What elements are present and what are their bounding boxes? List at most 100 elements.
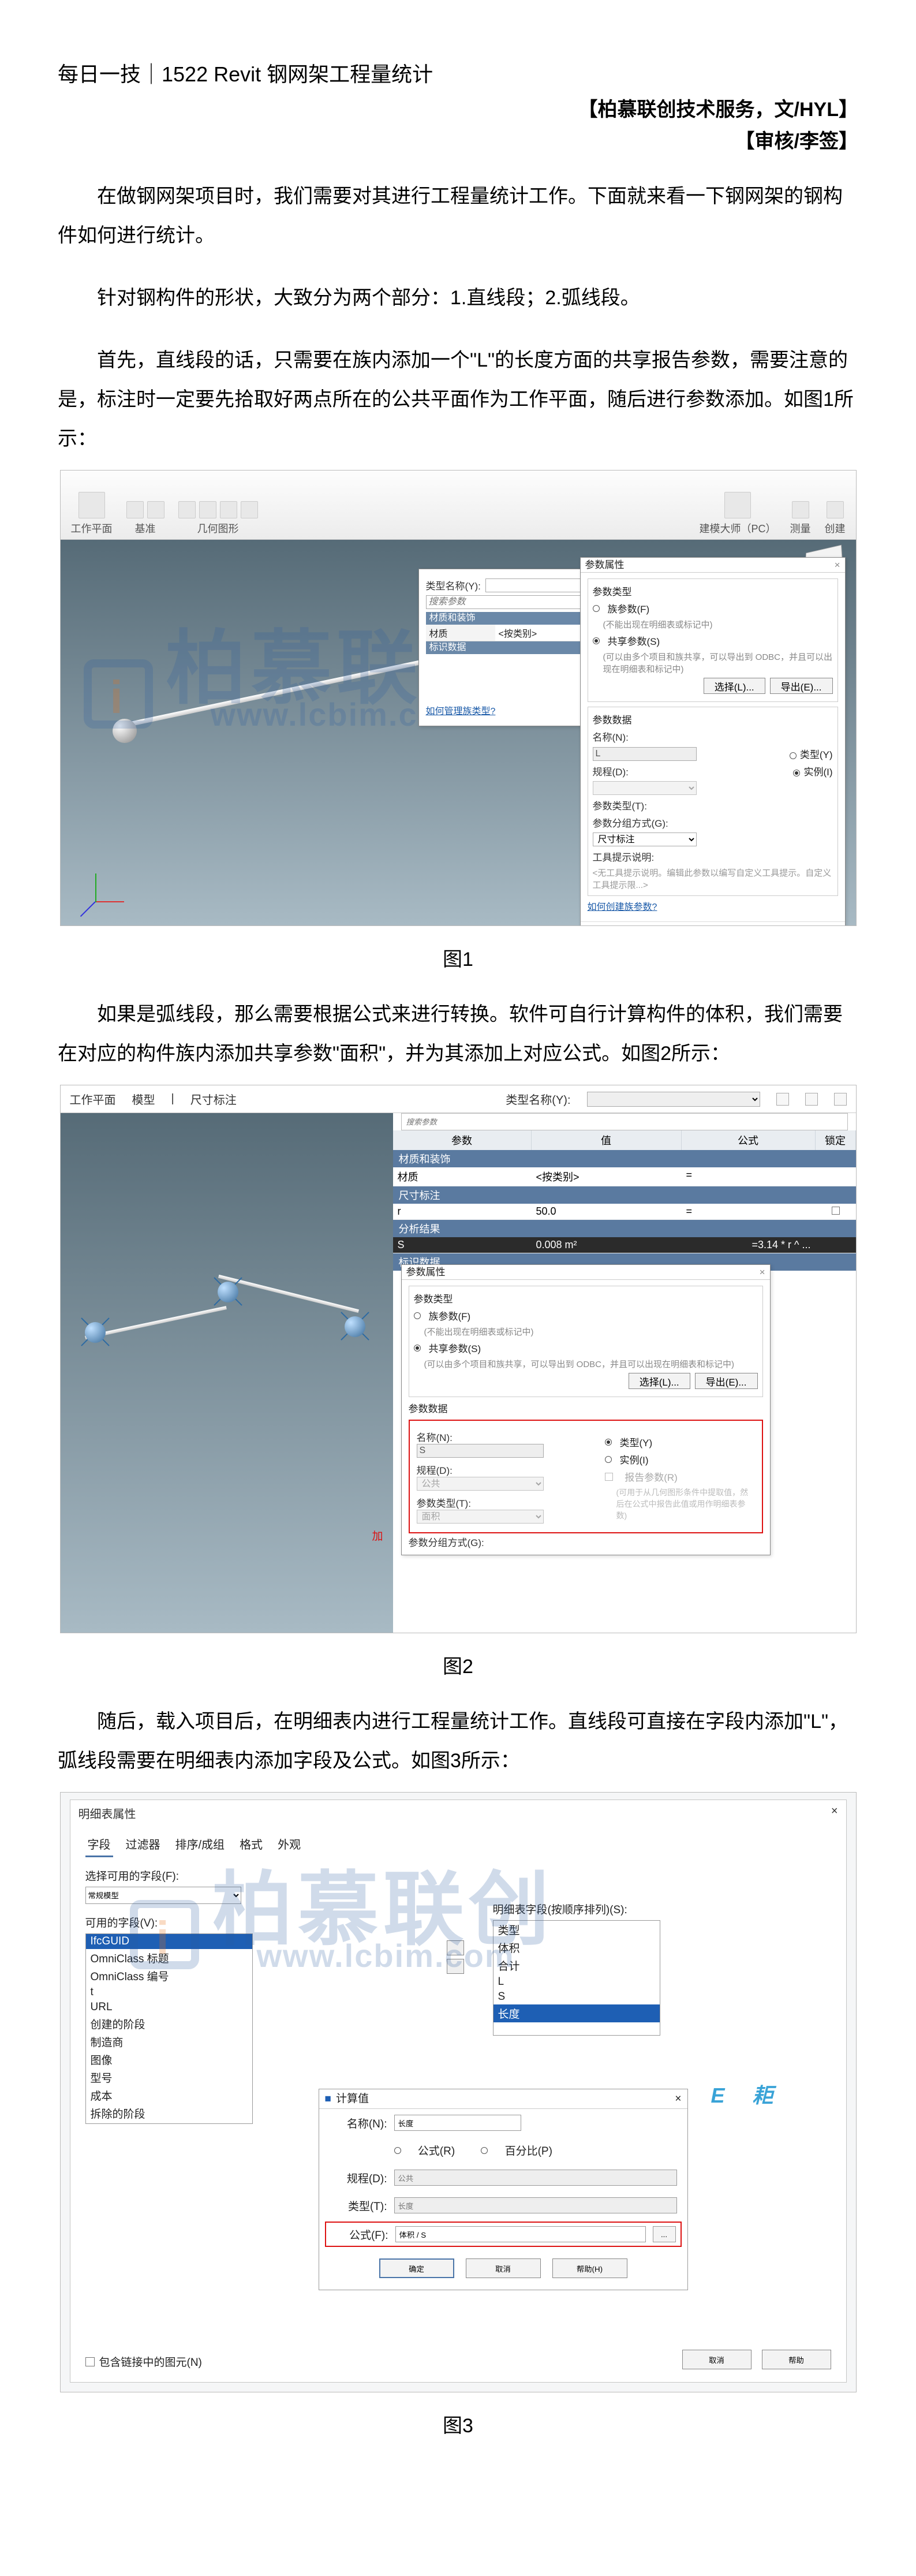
section-header: 分析结果	[393, 1220, 856, 1237]
dialog-title: 参数属性	[585, 558, 625, 572]
radio-fam-param[interactable]: 族参数(F)	[429, 1308, 471, 1323]
list-item[interactable]: 创建的阶段	[86, 2015, 252, 2033]
tab[interactable]: 尺寸标注	[190, 1091, 237, 1107]
export-button[interactable]: 导出(E)...	[770, 678, 833, 694]
radio-type[interactable]: 类型(Y)	[620, 1435, 653, 1449]
close-icon[interactable]: ×	[831, 1805, 838, 1821]
include-links-checkbox[interactable]	[85, 2357, 95, 2366]
param-value[interactable]: 0.008 m²	[532, 1237, 682, 1253]
tab-sorting[interactable]: 排序/成组	[173, 1832, 227, 1857]
list-item[interactable]: 拆除的阶段	[86, 2104, 252, 2122]
list-item[interactable]: 成本	[86, 2086, 252, 2104]
discipline-label: 规程(D):	[593, 767, 629, 778]
radio-shared-param[interactable]: 共享参数(S)	[608, 633, 660, 648]
close-icon[interactable]: ×	[675, 2089, 681, 2108]
list-item[interactable]: 体积	[493, 1939, 660, 1957]
revit-ribbon: 工作平面 基准 几何图形 建模大师（PC） 测量 创建	[61, 471, 856, 540]
tab-filter[interactable]: 过滤器	[124, 1832, 163, 1857]
add-field-button[interactable]	[447, 1940, 464, 1955]
param-formula[interactable]: =	[682, 1167, 816, 1186]
param-formula[interactable]: =3.14 * r ^ ...	[682, 1237, 816, 1253]
group-header: 参数类型	[593, 584, 833, 598]
radio-instance[interactable]: 实例(I)	[803, 767, 832, 778]
radio-note: (可以由多个项目和族共享，可以导出到 ODBC，并且可以出现在明细表和标记中)	[603, 651, 833, 675]
select-button[interactable]: 选择(L)...	[629, 1373, 690, 1389]
tool-icon[interactable]	[834, 1093, 847, 1106]
list-item[interactable]: OmniClass 编号	[86, 1967, 252, 1985]
name-input[interactable]	[394, 2115, 521, 2131]
tab-appearance[interactable]: 外观	[275, 1832, 303, 1857]
list-item[interactable]: 型号	[86, 2069, 252, 2086]
list-item[interactable]: 制造商	[86, 2033, 252, 2051]
close-icon[interactable]: ×	[835, 558, 840, 572]
discipline-label: 规程(D):	[417, 1465, 453, 1476]
tab[interactable]: 工作平面	[70, 1091, 116, 1107]
tab[interactable]: 模型	[132, 1091, 155, 1107]
ribbon-group-label: 基准	[135, 521, 156, 536]
tool-icon[interactable]	[805, 1093, 818, 1106]
sched-list-label: 明细表字段(按顺序排列)(S):	[493, 1901, 831, 1917]
calc-icon: ■	[325, 2089, 331, 2108]
radio-fam-param[interactable]: 族参数(F)	[608, 601, 650, 615]
group-select[interactable]: 尺寸标注	[593, 832, 697, 846]
param-type-select: 面积	[417, 1510, 544, 1524]
avail-category-select[interactable]: 常规模型	[85, 1887, 241, 1904]
tab-fields[interactable]: 字段	[85, 1832, 113, 1857]
list-item[interactable]: IfcGUID	[86, 1934, 252, 1949]
dialog-title: 计算值	[336, 2089, 369, 2108]
paragraph: 首先，直线段的话，只需要在族内添加一个"L"的长度方面的共享报告参数，需要注意的…	[58, 341, 858, 458]
browse-button[interactable]: ...	[653, 2226, 676, 2242]
list-item[interactable]: 类型	[493, 1921, 660, 1939]
available-fields-listbox[interactable]: IfcGUID OmniClass 标题 OmniClass 编号 t URL …	[85, 1933, 253, 2124]
list-item[interactable]: URL	[86, 2000, 252, 2015]
help-link[interactable]: 如何创建族参数?	[588, 899, 657, 913]
truncated-label: 加	[372, 1528, 383, 1543]
discipline-label: 规程(D):	[330, 2170, 387, 2186]
list-item[interactable]: OmniClass 标题	[86, 1949, 252, 1967]
radio-shared-param[interactable]: 共享参数(S)	[429, 1341, 481, 1355]
close-icon[interactable]: ×	[760, 1265, 765, 1279]
list-item[interactable]: 族	[86, 2122, 252, 2124]
tab-format[interactable]: 格式	[237, 1832, 265, 1857]
param-value[interactable]: 50.0	[532, 1204, 682, 1219]
radio-percent[interactable]: 百分比(P)	[505, 2142, 552, 2158]
name-label: 名称(N):	[417, 1432, 453, 1443]
viewport-3d[interactable]	[61, 1113, 393, 1633]
select-button[interactable]: 选择(L)...	[704, 678, 765, 694]
list-item[interactable]: 合计	[493, 1957, 660, 1974]
list-item[interactable]: t	[86, 1985, 252, 2000]
ok-button[interactable]: 确定	[379, 2258, 454, 2278]
radio-instance[interactable]: 实例(I)	[620, 1452, 649, 1466]
section-header: 材质和装饰	[393, 1150, 856, 1167]
paragraph: 在做钢网架项目时，我们需要对其进行工程量统计工作。下面就来看一下钢网架的钢构件如…	[58, 177, 858, 255]
help-button[interactable]: 帮助(H)	[552, 2258, 627, 2278]
group-label: 参数分组方式(G):	[593, 815, 668, 830]
schedule-fields-listbox[interactable]: 类型 体积 合计 L S 长度	[493, 1920, 660, 2036]
radio-note: (可以由多个项目和族共享，可以导出到 ODBC，并且可以出现在明细表和标记中)	[424, 1358, 758, 1370]
list-item[interactable]: 长度	[493, 2004, 660, 2022]
byline-author: 【柏慕联创技术服务，文/HYL】	[58, 94, 858, 122]
cancel-button[interactable]: 取消	[682, 2350, 752, 2369]
figure-caption: 图1	[58, 943, 858, 972]
section-header: 尺寸标注	[393, 1186, 856, 1204]
radio-formula[interactable]: 公式(R)	[418, 2142, 455, 2158]
lock-checkbox[interactable]	[832, 1207, 840, 1215]
formula-input[interactable]	[395, 2226, 646, 2242]
tool-icon[interactable]	[776, 1093, 789, 1106]
radio-type[interactable]: 类型(Y)	[800, 749, 833, 760]
page-title: 每日一技｜1522 Revit 钢网架工程量统计	[58, 58, 858, 88]
partial-label: E 耟	[711, 2079, 776, 2109]
list-item[interactable]: 图像	[86, 2051, 252, 2069]
type-name-select[interactable]	[587, 1092, 760, 1107]
export-button[interactable]: 导出(E)...	[695, 1373, 758, 1389]
search-input[interactable]	[401, 1113, 848, 1130]
remove-field-button[interactable]	[447, 1959, 464, 1974]
figure-2: 工作平面 模型 | 尺寸标注 类型名称(Y): 参数 值 公式	[60, 1085, 857, 1633]
cancel-button[interactable]: 取消	[466, 2258, 541, 2278]
help-link[interactable]: 如何管理族类型?	[426, 703, 496, 717]
param-formula[interactable]: =	[682, 1204, 816, 1219]
param-value[interactable]: <按类别>	[532, 1167, 682, 1186]
list-item[interactable]: S	[493, 1989, 660, 2004]
help-button[interactable]: 帮助	[762, 2350, 831, 2369]
list-item[interactable]: L	[493, 1974, 660, 1989]
